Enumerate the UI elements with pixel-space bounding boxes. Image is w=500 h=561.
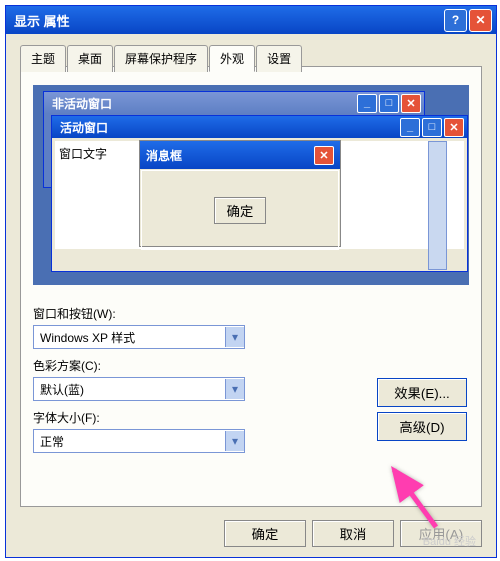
font-size-select[interactable]: 正常 ▾ <box>33 429 245 453</box>
watermark: Baidu 经验 <box>423 533 476 549</box>
tab-screensaver[interactable]: 屏幕保护程序 <box>114 45 208 72</box>
maximize-icon: □ <box>379 94 399 113</box>
windows-style-select[interactable]: Windows XP 样式 ▾ <box>33 325 245 349</box>
chevron-down-icon[interactable]: ▾ <box>225 327 244 347</box>
display-properties-dialog: 显示 属性 ? ✕ 主题 桌面 屏幕保护程序 外观 设置 非活动窗口 _ □ ✕ <box>5 5 497 558</box>
maximize-icon: □ <box>422 118 442 137</box>
tab-appearance[interactable]: 外观 <box>209 45 255 72</box>
chevron-down-icon[interactable]: ▾ <box>225 379 244 399</box>
close-icon: ✕ <box>314 146 334 165</box>
window-text-label: 窗口文字 <box>59 147 107 161</box>
inactive-titlebar: 非活动窗口 _ □ ✕ <box>44 92 424 114</box>
font-size-value: 正常 <box>34 433 225 450</box>
message-titlebar: 消息框 ✕ <box>140 141 340 169</box>
color-scheme-value: 默认(蓝) <box>34 381 225 398</box>
help-button[interactable]: ? <box>444 9 467 32</box>
tab-desktop[interactable]: 桌面 <box>67 45 113 72</box>
tab-strip: 主题 桌面 屏幕保护程序 外观 设置 <box>20 44 496 71</box>
scrollbar-preview <box>428 141 447 270</box>
color-scheme-select[interactable]: 默认(蓝) ▾ <box>33 377 245 401</box>
titlebar[interactable]: 显示 属性 ? ✕ <box>6 6 496 34</box>
advanced-button[interactable]: 高级(D) <box>377 412 467 441</box>
tab-theme[interactable]: 主题 <box>20 45 66 72</box>
ok-button[interactable]: 确定 <box>224 520 306 547</box>
dialog-title: 显示 属性 <box>14 11 442 30</box>
cancel-button[interactable]: 取消 <box>312 520 394 547</box>
close-button[interactable]: ✕ <box>469 9 492 32</box>
effects-button[interactable]: 效果(E)... <box>377 378 467 407</box>
active-titlebar: 活动窗口 _ □ ✕ <box>52 116 467 138</box>
close-icon: ✕ <box>401 94 421 113</box>
active-window-title: 活动窗口 <box>60 119 108 136</box>
preview-message-box: 消息框 ✕ 确定 <box>139 140 341 247</box>
inactive-window-title: 非活动窗口 <box>52 95 112 112</box>
message-box-title: 消息框 <box>146 147 182 164</box>
preview-ok-button: 确定 <box>214 197 267 224</box>
tab-settings[interactable]: 设置 <box>256 45 302 72</box>
minimize-icon: _ <box>357 94 377 113</box>
minimize-icon: _ <box>400 118 420 137</box>
windows-buttons-label: 窗口和按钮(W): <box>33 305 469 322</box>
appearance-panel: 非活动窗口 _ □ ✕ 活动窗口 _ □ ✕ <box>20 66 482 507</box>
preview-area: 非活动窗口 _ □ ✕ 活动窗口 _ □ ✕ <box>33 85 469 285</box>
windows-style-value: Windows XP 样式 <box>34 329 225 346</box>
color-scheme-label: 色彩方案(C): <box>33 357 469 374</box>
chevron-down-icon[interactable]: ▾ <box>225 431 244 451</box>
close-icon: ✕ <box>444 118 464 137</box>
